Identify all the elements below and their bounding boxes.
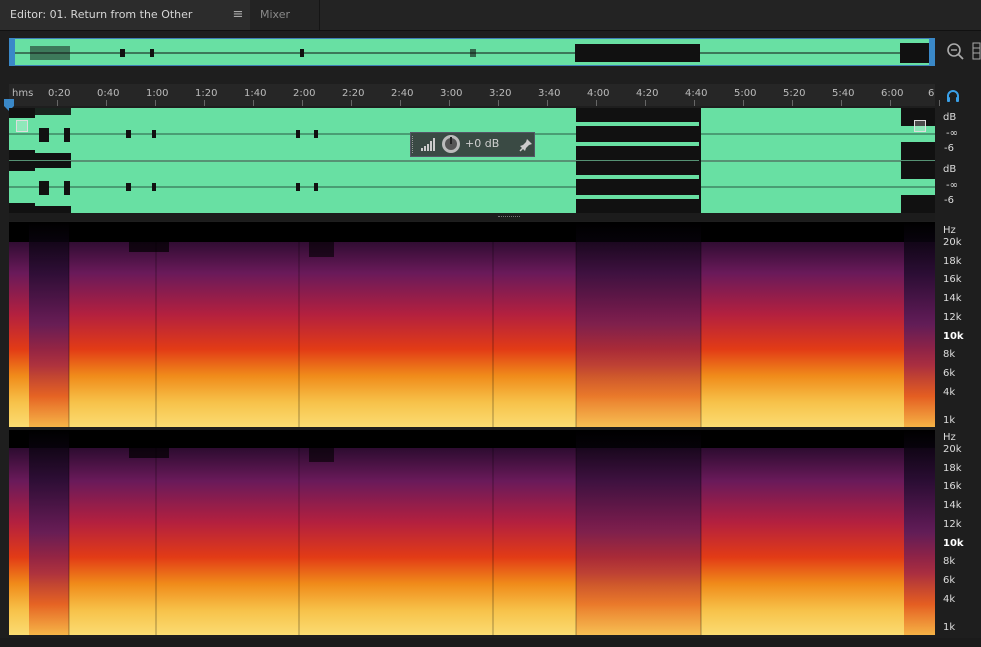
ruler-tick: [302, 100, 303, 106]
db-label: dB: [943, 112, 957, 123]
hz-tick: 6k: [943, 368, 956, 379]
db-label: dB: [943, 164, 957, 175]
spectral-display-channel-2[interactable]: [9, 430, 935, 635]
hz-tick: 1k: [943, 415, 956, 426]
hz-tick: 18k: [943, 256, 962, 267]
ruler-tick: [890, 100, 891, 106]
ruler-tick: [694, 100, 695, 106]
ruler-label: 6:00: [881, 88, 904, 99]
hz-tick: 18k: [943, 463, 962, 474]
ruler-tick: [547, 100, 548, 106]
pin-icon[interactable]: [519, 137, 533, 152]
spectrogram-graphic: [9, 430, 935, 635]
ruler-tick: [57, 100, 58, 106]
hz-tick: 20k: [943, 237, 962, 248]
ruler-label: 3:00: [440, 88, 463, 99]
spectral-display-channel-1[interactable]: [9, 222, 935, 427]
ruler-tick: [645, 100, 646, 106]
ruler-tick: [400, 100, 401, 106]
ruler-label: 2:40: [391, 88, 414, 99]
grip-icon[interactable]: [412, 136, 416, 153]
ruler-label: 2:00: [293, 88, 316, 99]
ruler-tick: [792, 100, 793, 106]
ruler-tick: [155, 100, 156, 106]
ruler-tick: [841, 100, 842, 106]
ruler-label: 2:20: [342, 88, 365, 99]
ruler-label: 1:20: [195, 88, 218, 99]
ruler-label: 6: [928, 88, 935, 99]
tab-editor[interactable]: Editor: 01. Return from the Other Side.m…: [0, 0, 250, 51]
hz-tick: 6k: [943, 575, 956, 586]
ruler-tick: [106, 100, 107, 106]
hz-tick: 8k: [943, 349, 956, 360]
hz-tick: 16k: [943, 481, 962, 492]
hz-tick: 16k: [943, 274, 962, 285]
waveform-graphic: [9, 108, 935, 214]
overview-waveform[interactable]: [9, 38, 935, 66]
ruler-label: 3:40: [538, 88, 561, 99]
hz-tick: 12k: [943, 312, 962, 323]
ruler-tick: [596, 100, 597, 106]
hz-tick: 14k: [943, 500, 962, 511]
panel-toggle-icon[interactable]: [972, 42, 981, 60]
ruler-label: 1:00: [146, 88, 169, 99]
zoom-icon[interactable]: [944, 40, 966, 62]
overview-range-start-handle[interactable]: [9, 38, 15, 66]
db-neg-inf: -∞: [946, 128, 958, 139]
ruler-label: 0:20: [48, 88, 71, 99]
fade-out-handle[interactable]: [914, 120, 926, 132]
ruler-tick: [939, 100, 940, 106]
hz-tick: 4k: [943, 594, 956, 605]
waveform-display[interactable]: [9, 108, 935, 214]
hz-tick: 8k: [943, 556, 956, 567]
hz-tick: 12k: [943, 519, 962, 530]
hz-tick: 20k: [943, 444, 962, 455]
db-minus6: -6: [944, 195, 954, 206]
tab-mixer[interactable]: Mixer: [250, 0, 320, 30]
hz-tick: 10k: [943, 331, 964, 342]
spectrogram-graphic: [9, 222, 935, 427]
ruler-tick: [253, 100, 254, 106]
panel-divider[interactable]: [9, 213, 935, 221]
db-minus6: -6: [944, 143, 954, 154]
ruler-tick: [743, 100, 744, 106]
ruler-tick: [498, 100, 499, 106]
ruler-label: 3:20: [489, 88, 512, 99]
divider-grip[interactable]: [498, 216, 520, 219]
hz-label: Hz: [943, 225, 956, 236]
hz-label: Hz: [943, 432, 956, 443]
fade-in-handle[interactable]: [16, 120, 28, 132]
ruler-unit: hms: [12, 88, 34, 99]
ruler-label: 0:40: [97, 88, 120, 99]
tab-menu-icon[interactable]: ≡: [228, 0, 248, 30]
db-neg-inf: -∞: [946, 180, 958, 191]
ruler-label: 4:00: [587, 88, 610, 99]
headphone-icon[interactable]: [945, 88, 961, 104]
hz-tick: 14k: [943, 293, 962, 304]
bottom-bar: [0, 638, 981, 647]
level-meter-icon: [421, 136, 437, 151]
ruler-label: 5:40: [832, 88, 855, 99]
ruler-label: 4:20: [636, 88, 659, 99]
hz-tick: 10k: [943, 538, 964, 549]
ruler-tick: [449, 100, 450, 106]
gain-value[interactable]: +0 dB: [465, 137, 499, 150]
playhead-icon[interactable]: [4, 96, 14, 111]
ruler-label: 1:40: [244, 88, 267, 99]
gain-knob-icon[interactable]: [441, 134, 461, 154]
overview-range-end-handle[interactable]: [929, 38, 935, 66]
ruler-label: 5:00: [734, 88, 757, 99]
hz-tick: 1k: [943, 622, 956, 633]
ruler-tick: [204, 100, 205, 106]
hz-tick: 4k: [943, 387, 956, 398]
ruler-label: 4:40: [685, 88, 708, 99]
ruler-tick: [351, 100, 352, 106]
ruler-label: 5:20: [783, 88, 806, 99]
overview-waveform-graphic: [10, 43, 934, 63]
